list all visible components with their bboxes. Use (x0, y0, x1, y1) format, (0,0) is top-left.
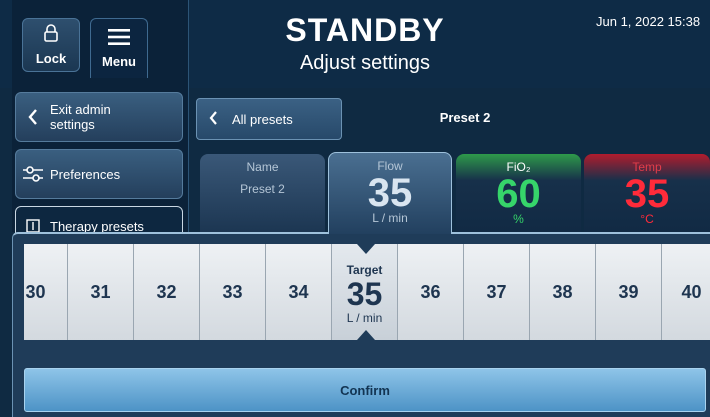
chevron-left-icon (209, 110, 218, 128)
tab-flow-value: 35 (367, 171, 413, 215)
confirm-button[interactable]: Confirm (24, 368, 706, 412)
tab-temp[interactable]: Temp 35 °C (584, 154, 710, 232)
value-option[interactable]: 36 (398, 244, 464, 340)
tab-temp-value: 35 (624, 172, 670, 216)
value-option[interactable]: 33 (200, 244, 266, 340)
target-pointer-bottom (357, 330, 375, 340)
value-option[interactable]: 39 (596, 244, 662, 340)
menu-label: Menu (102, 53, 136, 69)
chevron-left-icon (16, 109, 50, 125)
preferences-label: Preferences (50, 166, 121, 182)
lock-label: Lock (35, 51, 67, 66)
exit-admin-button[interactable]: Exit admin settings (15, 92, 183, 142)
tab-temp-unit: °C (640, 212, 654, 226)
target-label: Target (346, 263, 383, 277)
menu-button[interactable]: Menu (90, 18, 148, 78)
lock-icon (43, 24, 59, 47)
tab-flow-unit: L / min (372, 211, 408, 225)
tab-name-label: Name (246, 160, 279, 174)
sliders-icon (16, 166, 50, 182)
preferences-button[interactable]: Preferences (15, 149, 183, 199)
target-value: 35 (346, 276, 383, 312)
value-option[interactable]: 30 (24, 244, 68, 340)
presets-icon (16, 219, 50, 233)
tab-flow[interactable]: Flow 35 L / min (328, 152, 452, 234)
target-pointer-top (357, 244, 375, 254)
target-unit: L / min (346, 311, 383, 325)
menu-icon (108, 28, 130, 50)
tab-name-value: Preset 2 (240, 182, 285, 196)
value-option[interactable]: 38 (530, 244, 596, 340)
preset-title: Preset 2 (439, 110, 491, 125)
value-option[interactable]: 32 (134, 244, 200, 340)
tab-fio2-unit: % (513, 212, 524, 226)
value-option[interactable]: 40 (662, 244, 710, 340)
flow-value-scroller[interactable]: 30 31 32 33 34 Target 35 L / min 36 37 3… (24, 244, 710, 340)
value-option[interactable]: 31 (68, 244, 134, 340)
tab-name[interactable]: Name Preset 2 (200, 154, 325, 232)
value-option[interactable]: 37 (464, 244, 530, 340)
target-value-option[interactable]: Target 35 L / min (332, 244, 398, 340)
value-option[interactable]: 34 (266, 244, 332, 340)
exit-admin-label: Exit admin settings (50, 102, 111, 132)
tab-fio2-value: 60 (496, 172, 541, 216)
all-presets-label: All presets (232, 111, 293, 127)
lock-button[interactable]: Lock (22, 18, 80, 72)
tab-fio2[interactable]: FiO₂ 60 % (456, 154, 581, 232)
date-time: Jun 1, 2022 15:38 (596, 14, 701, 29)
page-subtitle: Adjust settings (299, 52, 431, 74)
status-title: STANDBY (285, 12, 445, 48)
all-presets-button[interactable]: All presets (196, 98, 342, 140)
